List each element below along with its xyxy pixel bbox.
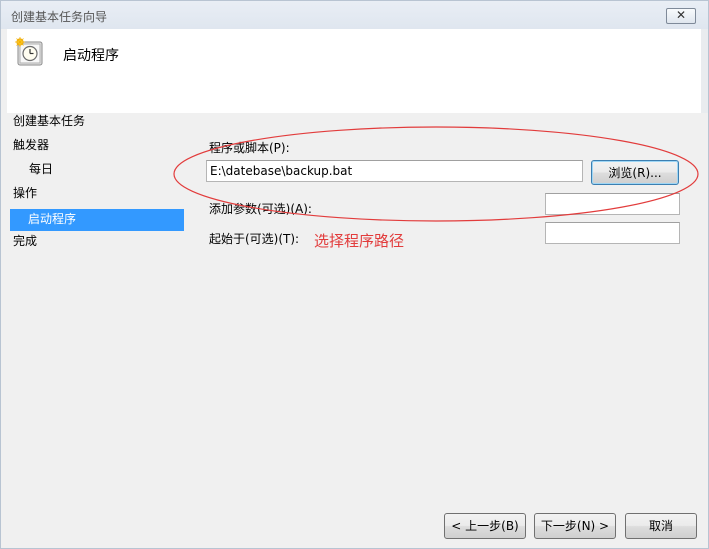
step-trigger[interactable]: 触发器	[13, 135, 183, 155]
start-in-input[interactable]	[545, 222, 680, 244]
step-label: 触发器	[13, 138, 50, 152]
step-label: 操作	[13, 186, 38, 200]
next-button[interactable]: 下一步(N) >	[534, 513, 616, 539]
close-button[interactable]: ✕	[666, 8, 696, 24]
annotation-text: 选择程序路径	[314, 232, 405, 250]
step-action[interactable]: 操作	[13, 183, 183, 203]
program-path-input[interactable]: E:\datebase\backup.bat	[206, 160, 583, 182]
step-start-program[interactable]: 启动程序	[10, 209, 184, 231]
window-title: 创建基本任务向导	[11, 10, 108, 24]
step-daily[interactable]: 每日	[29, 159, 183, 179]
step-label: 每日	[29, 162, 54, 176]
browse-button[interactable]: 浏览(R)...	[591, 160, 679, 185]
clock-task-icon	[15, 37, 43, 66]
start-in-label: 起始于(可选)(T):	[209, 232, 300, 246]
cancel-button[interactable]: 取消	[625, 513, 697, 539]
close-icon: ✕	[675, 8, 687, 22]
step-label: 启动程序	[28, 212, 77, 226]
wizard-window: 创建基本任务向导 ✕ 启动程序 创建基本任务 触发器 每日 操作 启动程序 完成…	[0, 0, 709, 549]
arguments-input[interactable]	[545, 193, 680, 215]
wizard-steps-sidebar: 创建基本任务 触发器 每日 操作 启动程序 完成	[1, 113, 191, 513]
wizard-header: 启动程序	[7, 29, 701, 113]
step-create-basic-task[interactable]: 创建基本任务	[13, 111, 183, 131]
title-bar: 创建基本任务向导 ✕	[1, 1, 708, 29]
args-label: 添加参数(可选)(A):	[209, 202, 312, 216]
page-title: 启动程序	[63, 48, 119, 64]
header-edge	[701, 29, 708, 113]
back-button[interactable]: < 上一步(B)	[444, 513, 526, 539]
step-label: 完成	[13, 234, 38, 248]
program-label: 程序或脚本(P):	[209, 141, 290, 155]
step-label: 创建基本任务	[13, 114, 86, 128]
step-finish[interactable]: 完成	[13, 231, 183, 251]
